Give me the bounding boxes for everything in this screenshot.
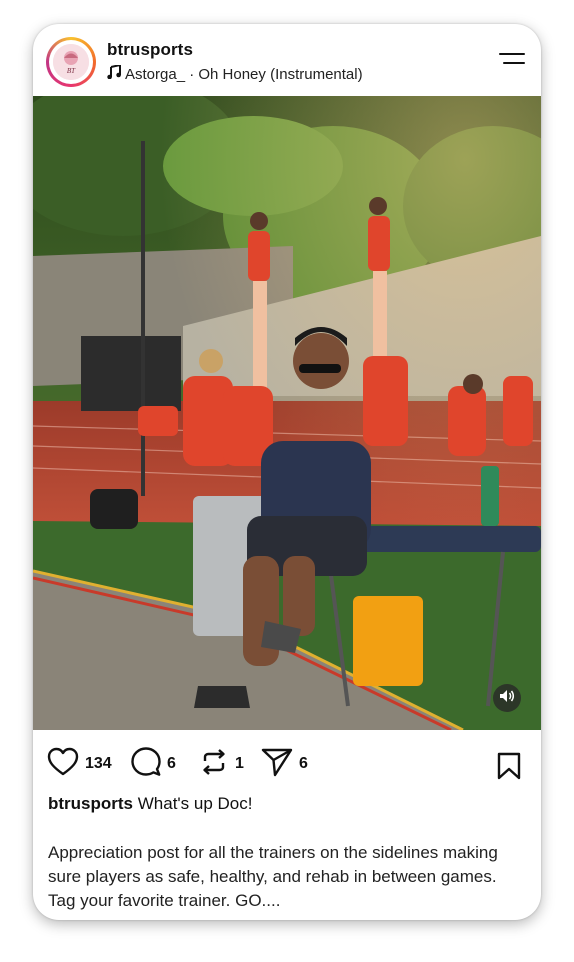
share-button[interactable]: 6 [261, 748, 308, 780]
avatar-logo: BT [53, 44, 89, 80]
comment-button[interactable]: 6 [131, 746, 176, 782]
caption-title: What's up Doc! [137, 794, 253, 813]
audio-track-label: Astorga_ · Oh Honey (Instrumental) [125, 66, 363, 83]
sound-toggle-button[interactable] [493, 684, 521, 712]
audio-track[interactable]: Astorga_ · Oh Honey (Instrumental) [107, 63, 363, 83]
like-button[interactable]: 134 [47, 747, 112, 782]
repost-button[interactable]: 1 [199, 748, 244, 780]
caption-headline: btrusports What's up Doc! [48, 792, 528, 816]
avatar[interactable]: BT [46, 37, 96, 87]
hamburger-menu-icon[interactable] [499, 53, 525, 67]
share-count: 6 [299, 755, 308, 772]
post-card: BT btrusports Astorga_ · Oh Honey (Instr… [33, 24, 541, 920]
comment-bubble-icon [131, 746, 161, 782]
post-image [33, 96, 541, 730]
post-username[interactable]: btrusports [107, 40, 193, 60]
repost-icon [199, 747, 229, 782]
post-header: BT btrusports Astorga_ · Oh Honey (Instr… [33, 24, 541, 96]
music-note-icon [107, 63, 125, 83]
speaker-icon [499, 689, 515, 708]
action-bar: 134 6 1 6 [33, 730, 541, 792]
svg-text:BT: BT [67, 67, 76, 75]
repost-count: 1 [235, 755, 244, 772]
like-count: 134 [85, 755, 112, 772]
caption-text: Appreciation post for all the trainers o… [48, 843, 498, 910]
send-icon [261, 747, 293, 782]
bookmark-icon[interactable] [497, 752, 521, 785]
heart-icon [47, 747, 79, 782]
post-photo[interactable] [33, 96, 541, 730]
comment-count: 6 [167, 755, 176, 772]
caption-username[interactable]: btrusports [48, 794, 133, 813]
